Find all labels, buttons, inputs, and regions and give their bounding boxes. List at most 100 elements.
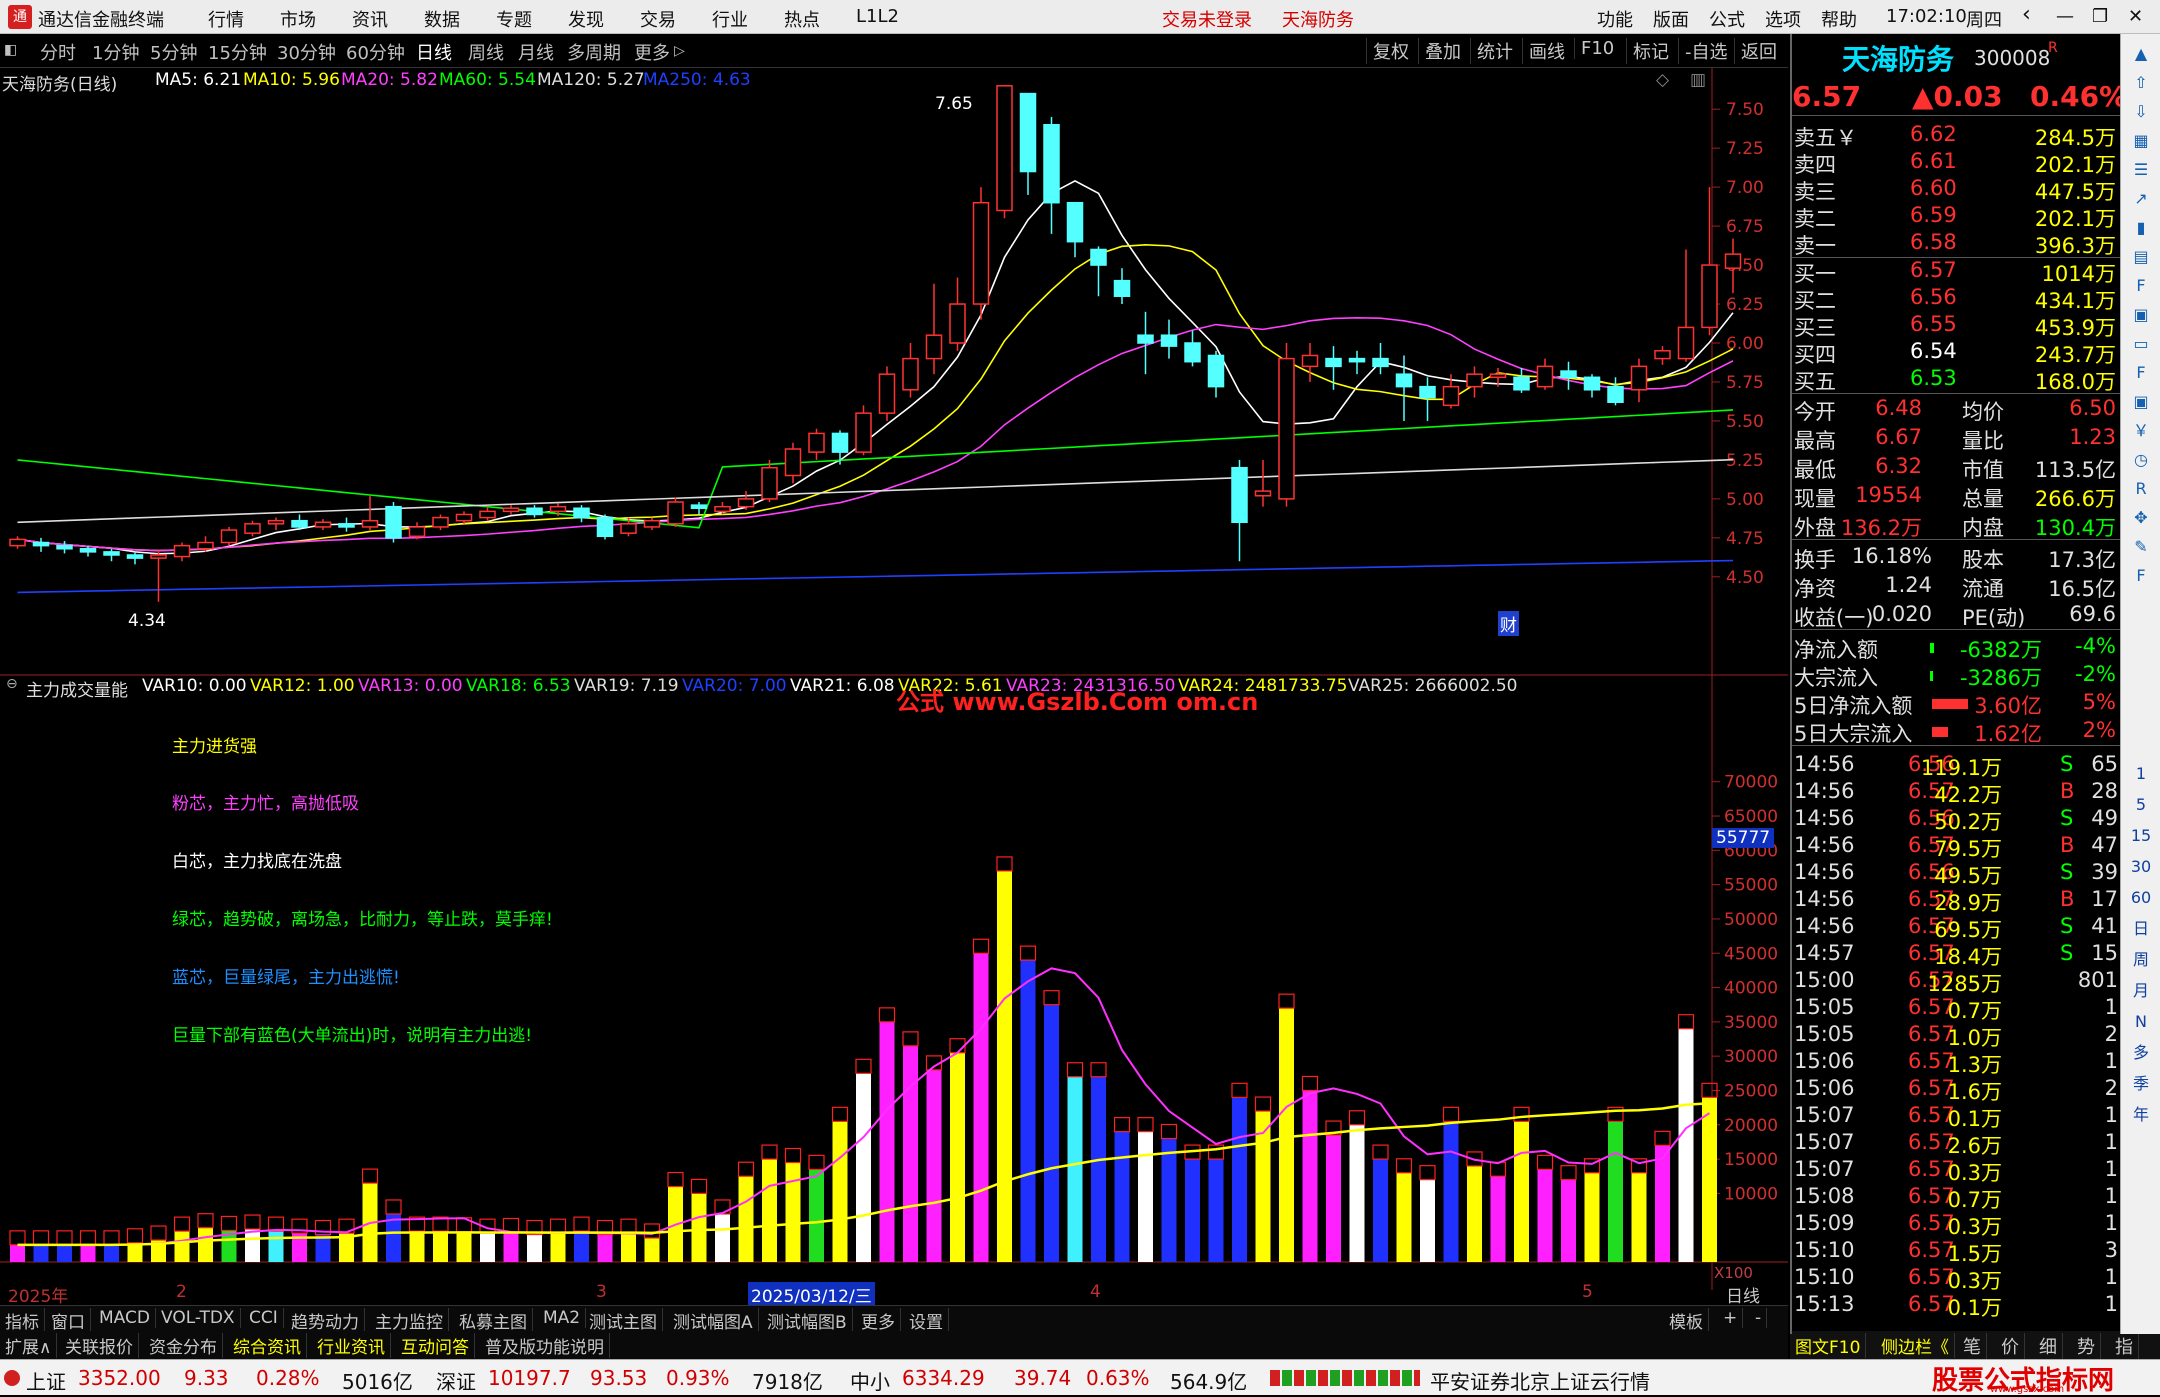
menu-gongshi[interactable]: 公式 <box>1709 6 1745 32</box>
period-more[interactable]: 更多 <box>634 39 670 65</box>
tab-zhuli-jiankong[interactable]: 主力监控 <box>370 1308 449 1333</box>
diamond-icon[interactable]: ◇ <box>1656 70 1669 90</box>
cai-badge[interactable]: 财 <box>1498 611 1519 636</box>
btn-f10[interactable]: F10 <box>1574 38 1620 59</box>
tab-chuangkou[interactable]: 窗口 <box>46 1308 91 1333</box>
side-period-4[interactable]: 60 <box>2127 884 2155 912</box>
period-day[interactable]: 日线 <box>416 39 452 65</box>
minimize-icon[interactable]: — <box>2056 6 2074 27</box>
tab-xi[interactable]: 细 <box>2034 1333 2063 1359</box>
up-arrow-icon[interactable]: ▲ <box>2127 40 2155 68</box>
menu-shuju[interactable]: 数据 <box>424 6 460 32</box>
menu-jiaoyi[interactable]: 交易 <box>640 6 676 32</box>
chart-icon[interactable]: ↗ <box>2127 185 2155 213</box>
chart-area[interactable]: 7.50 7.25 7.00 6.75 6.50 6.25 6.00 5.75 5.50 5.25… <box>0 68 1788 1307</box>
bars-icon[interactable]: ▮ <box>2127 214 2155 242</box>
more-arrow-icon[interactable]: ▷ <box>674 43 685 59</box>
close-icon[interactable]: ✕ <box>2128 6 2143 27</box>
period-5min[interactable]: 5分钟 <box>150 39 197 65</box>
sz-name[interactable]: 深证 <box>436 1366 476 1395</box>
btn-zixuan[interactable]: -自选 <box>1678 38 1734 64</box>
menu-redian[interactable]: 热点 <box>784 6 820 32</box>
side-period-3[interactable]: 30 <box>2127 853 2155 881</box>
list-icon[interactable]: ☰ <box>2127 156 2155 184</box>
sub-chart-collapse-icon[interactable]: ⊖ <box>6 676 18 692</box>
btn-tongji[interactable]: 统计 <box>1470 38 1519 64</box>
period-week[interactable]: 周线 <box>468 39 504 65</box>
menu-hangye[interactable]: 行业 <box>712 6 748 32</box>
menu-hangqing[interactable]: 行情 <box>208 6 244 32</box>
tab-zonghe-zixun[interactable]: 综合资讯 <box>228 1333 307 1358</box>
restore-icon[interactable]: ❐ <box>2092 6 2108 27</box>
menu-zixun[interactable]: 资讯 <box>352 6 388 32</box>
server-info[interactable]: 平安证券北京上证云行情 <box>1430 1366 1650 1395</box>
fs-icon[interactable]: F <box>2127 562 2155 590</box>
btn-diejia[interactable]: 叠加 <box>1418 38 1467 64</box>
menu-faxian[interactable]: 发现 <box>568 6 604 32</box>
tab-ceshi-futu-a[interactable]: 测试幅图A <box>668 1308 759 1333</box>
side-period-2[interactable]: 15 <box>2127 822 2155 850</box>
tab-cci[interactable]: CCI <box>244 1308 284 1328</box>
tab-add[interactable]: + <box>1718 1308 1744 1328</box>
menu-bangzhu[interactable]: 帮助 <box>1821 6 1857 32</box>
pen-icon[interactable]: ✎ <box>2127 533 2155 561</box>
move-icon[interactable]: ✥ <box>2127 504 2155 532</box>
period-15min[interactable]: 15分钟 <box>208 39 267 65</box>
btn-huaxian[interactable]: 画线 <box>1522 38 1571 64</box>
side-period-11[interactable]: 年 <box>2127 1101 2155 1129</box>
side-period-10[interactable]: 季 <box>2127 1070 2155 1098</box>
tab-gengduo[interactable]: 更多 <box>856 1308 901 1333</box>
grid-icon[interactable]: ▦ <box>2127 127 2155 155</box>
card-icon[interactable]: ▭ <box>2127 330 2155 358</box>
rsi-icon[interactable]: R <box>2127 475 2155 503</box>
period-multi[interactable]: 多周期 <box>567 39 621 65</box>
period-30min[interactable]: 30分钟 <box>277 39 336 65</box>
back-icon[interactable]: ‹ <box>2022 2 2031 27</box>
tab-bi[interactable]: 笔 <box>1958 1333 1987 1359</box>
tab-template[interactable]: 模板 <box>1664 1308 1709 1333</box>
money-icon[interactable]: ￥ <box>2127 417 2155 445</box>
tab-shi[interactable]: 势 <box>2072 1333 2101 1359</box>
tab-zijin-fenbu[interactable]: 资金分布 <box>144 1333 223 1358</box>
menu-l1l2[interactable]: L1L2 <box>856 6 899 27</box>
zx-name[interactable]: 中小 <box>850 1366 890 1395</box>
tab-puji-shuoming[interactable]: 普及版功能说明 <box>480 1333 610 1358</box>
tab-remove[interactable]: - <box>1750 1308 1768 1328</box>
tab-cebianlan[interactable]: 侧边栏《 <box>1876 1333 1955 1358</box>
tab-shezhi[interactable]: 设置 <box>904 1308 949 1333</box>
tab-ceshi-futu-b[interactable]: 测试幅图B <box>762 1308 853 1333</box>
down-icon[interactable]: ⇩ <box>2127 98 2155 126</box>
tab-jia[interactable]: 价 <box>1996 1333 2025 1359</box>
tab-qushi-dongli[interactable]: 趋势动力 <box>286 1308 365 1333</box>
side-period-5[interactable]: 日 <box>2127 915 2155 943</box>
tab-vol-tdx[interactable]: VOL-TDX <box>156 1308 241 1328</box>
board2-icon[interactable]: ▣ <box>2127 388 2155 416</box>
menu-banmian[interactable]: 版面 <box>1653 6 1689 32</box>
side-period-0[interactable]: 1 <box>2127 760 2155 788</box>
tab-guanlian-baojia[interactable]: 关联报价 <box>60 1333 139 1358</box>
side-period-7[interactable]: 月 <box>2127 977 2155 1005</box>
menu-xuanxiang[interactable]: 选项 <box>1765 6 1801 32</box>
grid-toggle-icon[interactable]: ▥ <box>1690 70 1706 90</box>
period-60min[interactable]: 60分钟 <box>346 39 405 65</box>
tab-simu-zhutu[interactable]: 私募主图 <box>454 1308 533 1333</box>
trade-status[interactable]: 交易未登录 <box>1162 6 1252 32</box>
side-period-8[interactable]: N <box>2127 1008 2155 1036</box>
menu-zhuanti[interactable]: 专题 <box>496 6 532 32</box>
clock-icon[interactable]: ◷ <box>2127 446 2155 474</box>
menu-gongneng[interactable]: 功能 <box>1597 6 1633 32</box>
tab-tuwen-f10[interactable]: 图文F10 <box>1790 1333 1867 1358</box>
side-period-6[interactable]: 周 <box>2127 946 2155 974</box>
f-icon[interactable]: F <box>2127 359 2155 387</box>
period-month[interactable]: 月线 <box>518 39 554 65</box>
side-period-9[interactable]: 多 <box>2127 1039 2155 1067</box>
tab-ma2[interactable]: MA2 <box>538 1308 587 1328</box>
btn-fuquan[interactable]: 复权 <box>1366 38 1415 64</box>
tab-zhi[interactable]: 指 <box>2110 1333 2139 1359</box>
tab-macd[interactable]: MACD <box>94 1308 156 1328</box>
tab-zhibiao[interactable]: 指标 <box>0 1308 45 1333</box>
collapse-icon[interactable]: ◧ <box>4 42 17 58</box>
f10-icon[interactable]: F <box>2127 272 2155 300</box>
btn-biaoji[interactable]: 标记 <box>1626 38 1675 64</box>
tab-kuozhan[interactable]: 扩展∧ <box>0 1333 58 1358</box>
